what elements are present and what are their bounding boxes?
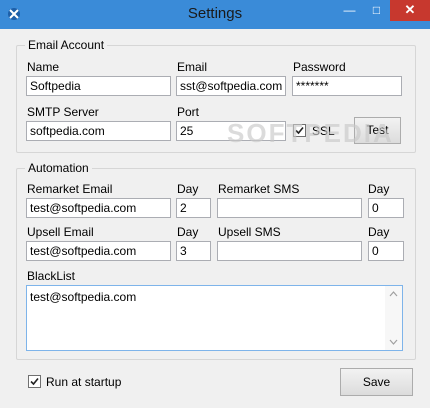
run-at-startup-label: Run at startup xyxy=(46,375,122,389)
upsell-sms-day-input[interactable]: 0 xyxy=(368,241,404,261)
port-label: Port xyxy=(177,105,200,119)
remarket-sms-day-label: Day xyxy=(368,182,390,196)
scroll-up-icon xyxy=(389,291,398,297)
remarket-email-label: Remarket Email xyxy=(27,182,113,196)
blacklist-textarea[interactable]: test@softpedia.com xyxy=(26,285,403,351)
blacklist-label: BlackList xyxy=(27,269,76,283)
smtp-server-label: SMTP Server xyxy=(27,105,99,119)
email-label: Email xyxy=(177,60,208,74)
maximize-button[interactable]: □ xyxy=(363,0,390,21)
close-button[interactable]: ✕ xyxy=(390,0,430,21)
smtp-server-input[interactable]: softpedia.com xyxy=(26,121,171,141)
blacklist-scrollbar[interactable] xyxy=(385,286,402,350)
upsell-day-input[interactable]: 3 xyxy=(176,241,211,261)
save-button[interactable]: Save xyxy=(340,368,413,396)
remarket-sms-label: Remarket SMS xyxy=(218,182,300,196)
title-bar: Settings — □ ✕ xyxy=(0,0,430,29)
automation-title: Automation xyxy=(25,161,92,175)
blacklist-text: test@softpedia.com xyxy=(30,290,137,304)
name-input[interactable]: Softpedia xyxy=(26,76,171,96)
remarket-day-label: Day xyxy=(177,182,199,196)
password-input[interactable]: ******* xyxy=(292,76,402,96)
checkmark-icon xyxy=(30,377,39,386)
upsell-sms-day-label: Day xyxy=(368,225,390,239)
remarket-sms-input[interactable] xyxy=(217,198,362,218)
upsell-email-input[interactable]: test@softpedia.com xyxy=(26,241,171,261)
name-label: Name xyxy=(27,60,60,74)
password-label: Password xyxy=(293,60,346,74)
email-account-title: Email Account xyxy=(25,38,108,52)
upsell-sms-label: Upsell SMS xyxy=(218,225,281,239)
remarket-day-input[interactable]: 2 xyxy=(176,198,211,218)
softpedia-watermark: SOFTPEDIA xyxy=(227,118,394,148)
remarket-email-input[interactable]: test@softpedia.com xyxy=(26,198,171,218)
remarket-sms-day-input[interactable]: 0 xyxy=(368,198,404,218)
upsell-day-label: Day xyxy=(177,225,199,239)
run-at-startup-checkbox[interactable] xyxy=(28,375,41,388)
upsell-sms-input[interactable] xyxy=(217,241,362,261)
upsell-email-label: Upsell Email xyxy=(27,225,94,239)
minimize-button[interactable]: — xyxy=(336,0,363,21)
email-input[interactable]: sst@softpedia.com xyxy=(176,76,286,96)
scroll-down-icon xyxy=(389,339,398,345)
